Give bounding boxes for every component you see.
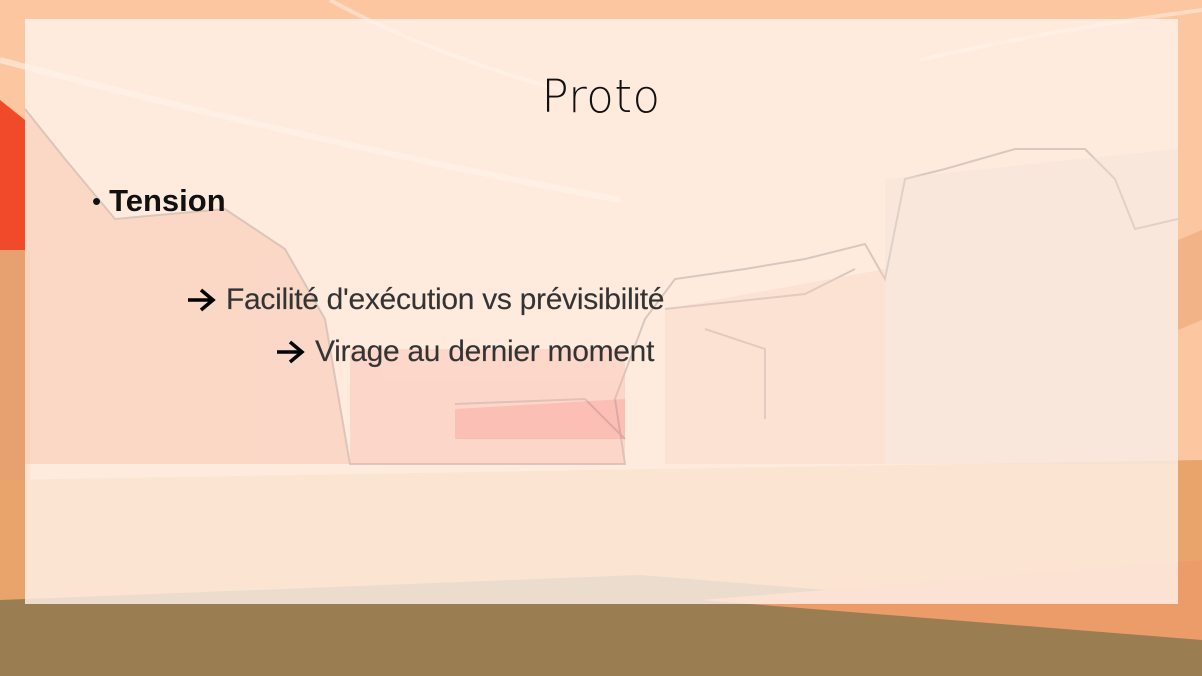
bullet-label: Tension [109, 183, 226, 218]
sub-item-virage: Virage au dernier moment [275, 335, 655, 369]
sub-item-label: Virage au dernier moment [315, 335, 655, 368]
arrow-right-icon [277, 340, 305, 364]
arrow-right-icon [188, 288, 216, 312]
bullet-item-tension: • Tension [92, 183, 226, 219]
slide-title: Proto [541, 70, 661, 123]
bullet-dot: • [92, 185, 102, 216]
sub-item-facilite: Facilité d'exécution vs prévisibilité [186, 283, 665, 317]
sub-item-label: Facilité d'exécution vs prévisibilité [226, 283, 665, 316]
